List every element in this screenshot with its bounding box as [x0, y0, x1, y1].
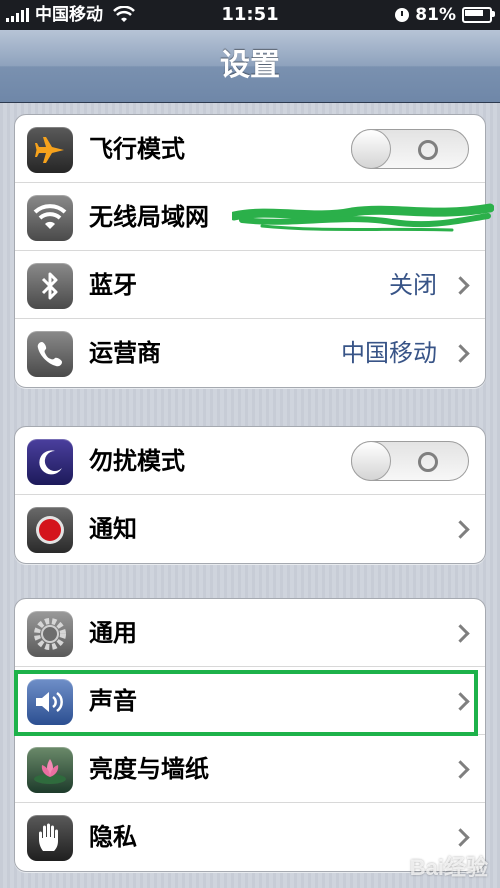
hand-icon	[27, 815, 73, 861]
row-label: 运营商	[89, 339, 161, 367]
row-airplane-mode[interactable]: 飞行模式	[15, 115, 485, 183]
redaction-scribble	[232, 203, 494, 232]
row-label: 飞行模式	[89, 135, 185, 163]
row-carrier[interactable]: 运营商 中国移动	[15, 319, 485, 387]
battery-icon	[462, 7, 495, 23]
chevron-right-icon	[451, 344, 470, 363]
airplane-icon	[27, 127, 73, 173]
do-not-disturb-toggle[interactable]	[351, 441, 469, 481]
row-label: 通知	[89, 515, 137, 543]
bluetooth-status-value: 关闭	[389, 271, 437, 299]
settings-group-notifications: 勿扰模式 通知	[14, 426, 486, 564]
row-bluetooth[interactable]: 蓝牙 关闭	[15, 251, 485, 319]
row-label: 亮度与墙纸	[89, 755, 209, 783]
bluetooth-icon	[27, 263, 73, 309]
row-do-not-disturb[interactable]: 勿扰模式	[15, 427, 485, 495]
wifi-icon	[27, 195, 73, 241]
row-label: 勿扰模式	[89, 447, 185, 475]
settings-group-connectivity: 飞行模式 无线局域网 蓝牙 关闭 运营商 中国移动	[14, 114, 486, 388]
row-label: 蓝牙	[89, 271, 137, 299]
gear-icon	[27, 611, 73, 657]
status-bar: 中国移动 11:51 81%	[0, 0, 500, 30]
row-label: 无线局域网	[89, 203, 209, 231]
row-brightness-wallpaper[interactable]: 亮度与墙纸	[15, 735, 485, 803]
battery-percent: 81%	[415, 5, 456, 25]
row-general[interactable]: 通用	[15, 599, 485, 667]
airplane-mode-toggle[interactable]	[351, 129, 469, 169]
navigation-bar: 设置	[0, 30, 500, 103]
chevron-right-icon	[451, 828, 470, 847]
chevron-right-icon	[451, 520, 470, 539]
carrier-value: 中国移动	[341, 339, 437, 367]
flower-icon	[27, 747, 73, 793]
page-title: 设置	[220, 48, 280, 83]
moon-icon	[27, 439, 73, 485]
notification-icon	[27, 507, 73, 553]
row-label: 隐私	[89, 823, 137, 851]
alarm-clock-icon	[395, 8, 410, 22]
chevron-right-icon	[451, 692, 470, 711]
row-notifications[interactable]: 通知	[15, 495, 485, 563]
speaker-icon	[27, 679, 73, 725]
chevron-right-icon	[451, 760, 470, 779]
watermark: Bai经验	[409, 855, 488, 880]
row-label: 声音	[89, 687, 137, 715]
row-sounds[interactable]: 声音	[15, 667, 485, 735]
phone-icon	[27, 331, 73, 377]
chevron-right-icon	[451, 276, 470, 295]
chevron-right-icon	[451, 624, 470, 643]
settings-group-general: 通用 声音 亮度与墙纸 隐私	[14, 598, 486, 872]
row-label: 通用	[89, 619, 137, 647]
